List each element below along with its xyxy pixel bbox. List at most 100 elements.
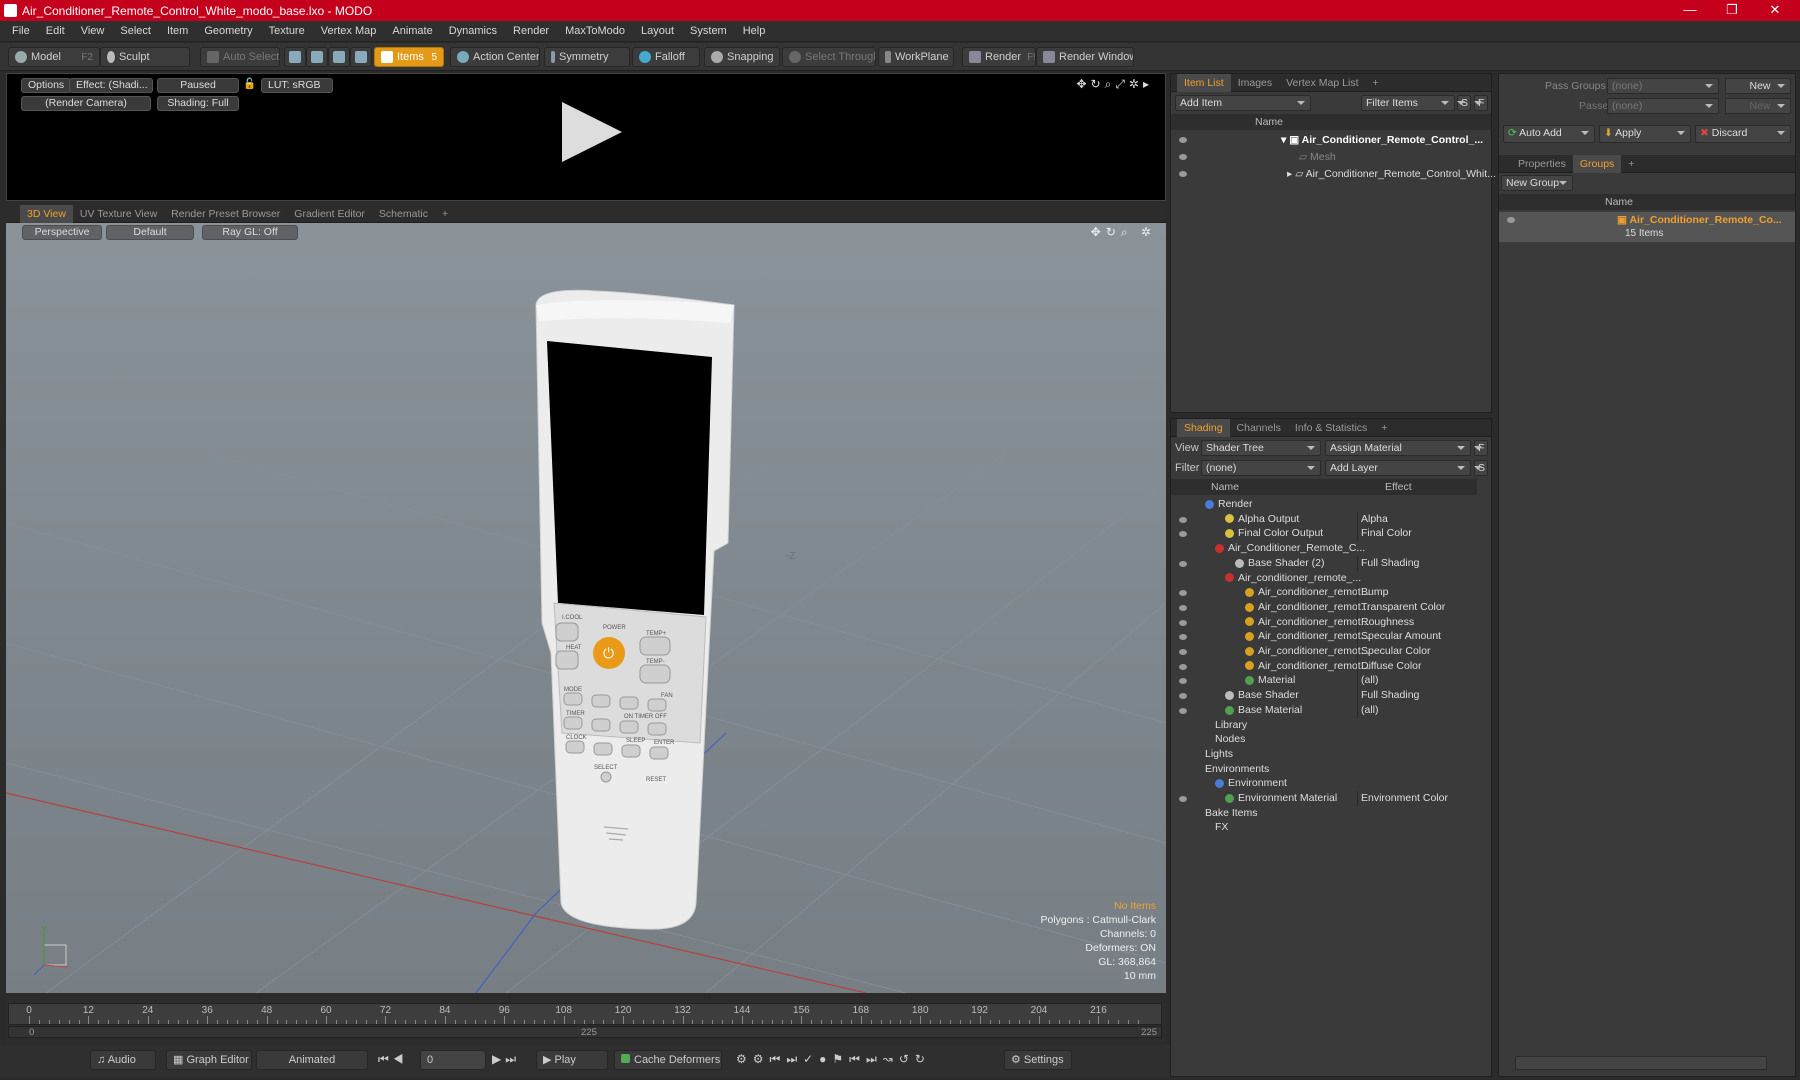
lock-icon[interactable]: 🔓 [243,78,256,93]
lut-dropdown[interactable]: LUT: sRGB [261,78,333,93]
shader-tree-row[interactable]: Air_conditioner_remot... Transparent Colo… [1171,599,1477,615]
shader-item-effect[interactable]: Transparent Color [1357,599,1473,615]
menu-render[interactable]: Render [505,25,557,37]
select-through-button[interactable]: Select Through [782,47,876,67]
discard-button[interactable]: ✖ Discard [1695,125,1791,143]
pass-groups-dropdown[interactable]: (none) [1607,78,1719,94]
shading-f-button[interactable]: F [1474,440,1488,456]
visibility-eye-icon[interactable] [1179,707,1187,714]
item-s-button[interactable]: S [1457,95,1471,111]
snapping-button[interactable]: Snapping [704,47,780,67]
new-pass-group-button[interactable]: New [1725,78,1791,94]
maximize-button[interactable]: ❐ [1712,0,1752,21]
visibility-eye-icon[interactable] [1179,678,1187,685]
menu-geometry[interactable]: Geometry [196,25,260,37]
group-row[interactable]: ▣ Air_Conditioner_Remote_Co... 15 Items [1499,212,1795,242]
menu-view[interactable]: View [73,25,113,37]
visibility-eye-icon[interactable] [1179,154,1187,160]
view-style-dropdown[interactable]: Default [106,225,194,240]
shader-item-effect[interactable]: Full Shading [1357,688,1473,704]
shader-item-effect[interactable]: Alpha [1357,511,1473,527]
preview-paused-button[interactable]: Paused [157,78,239,93]
new-pass-button[interactable]: New [1725,98,1791,114]
shader-tree-row[interactable]: Alpha Output Alpha [1171,511,1477,527]
menu-file[interactable]: File [4,25,38,37]
shader-tree-row[interactable]: Base Shader (2) Full Shading [1171,555,1477,571]
visibility-eye-icon[interactable] [1179,137,1187,143]
tab-properties[interactable]: Properties [1511,155,1573,173]
item-f-button[interactable]: F [1474,95,1488,111]
visibility-eye-icon[interactable] [1179,619,1187,626]
shader-item-effect[interactable]: Diffuse Color [1357,658,1473,674]
audio-button[interactable]: ♫ Audio [90,1050,156,1070]
tab-info-statistics[interactable]: Info & Statistics [1288,419,1374,437]
3d-viewport[interactable]: -Z ⏻ I.COOL POWER TEMP+ HEAT TEMP- MODE … [6,223,1166,993]
shader-tree-row[interactable]: Render [1171,497,1477,512]
camera-dropdown[interactable]: (Render Camera) [21,96,151,111]
tab-shading[interactable]: Shading [1177,418,1230,437]
passes-dropdown[interactable]: (none) [1607,98,1719,114]
tab-item-list[interactable]: Item List [1177,73,1231,92]
shader-tree-row[interactable]: Air_conditioner_remot... Roughness [1171,614,1477,630]
shader-tree-row[interactable]: Air_conditioner_remot... Diffuse Color [1171,658,1477,674]
materials-mode-button[interactable] [350,47,372,67]
shader-item-effect[interactable]: (all) [1357,673,1473,689]
play-preview-icon[interactable] [562,102,622,162]
perspective-dropdown[interactable]: Perspective [22,225,102,240]
menu-texture[interactable]: Texture [261,25,313,37]
visibility-eye-icon[interactable] [1179,171,1187,177]
tab-render-preset-browser[interactable]: Render Preset Browser [164,205,287,223]
add-groups-tab[interactable]: + [1621,155,1641,173]
tab-images[interactable]: Images [1231,74,1279,92]
shader-tree-row[interactable]: Lights [1171,747,1477,762]
shader-tree-row[interactable]: Air_Conditioner_Remote_C... [1171,541,1477,556]
tab-groups[interactable]: Groups [1572,154,1622,173]
skip-forward-icons[interactable]: ▶⏭ [492,1052,520,1067]
shader-item-effect[interactable]: Specular Color [1357,644,1473,659]
shader-tree-row[interactable]: Environments [1171,762,1477,777]
shader-tree-row[interactable]: Air_conditioner_remot... Specular Amount [1171,629,1477,645]
shader-tree-row[interactable]: Bake Items [1171,806,1477,821]
add-shading-tab[interactable]: + [1374,419,1394,437]
visibility-eye-icon[interactable] [1179,604,1187,611]
new-group-button[interactable]: New Group [1501,175,1573,191]
symmetry-button[interactable]: Symmetry [544,47,630,67]
minimize-button[interactable]: — [1670,0,1710,21]
tab-gradient-editor[interactable]: Gradient Editor [287,205,372,223]
render-button[interactable]: Render F9 [962,47,1036,67]
list-item[interactable]: ▾ ▣ Air_Conditioner_Remote_Control_... [1171,132,1491,149]
visibility-eye-icon[interactable] [1179,560,1187,567]
edges-mode-button[interactable] [306,47,328,67]
shader-tree-row[interactable]: Library [1171,718,1477,733]
close-button[interactable]: ✕ [1755,0,1795,21]
shader-item-effect[interactable]: (all) [1357,702,1473,718]
shader-tree-row[interactable]: Air_conditioner_remote_... [1171,571,1477,586]
apply-button[interactable]: ⬇ Apply [1599,125,1691,143]
tab-channels[interactable]: Channels [1230,419,1288,437]
animated-dropdown[interactable]: Animated [256,1050,368,1070]
shader-tree-row[interactable]: Material (all) [1171,673,1477,689]
range-bar[interactable]: 0 225 225 [8,1026,1162,1038]
menu-animate[interactable]: Animate [384,25,440,37]
graph-editor-button[interactable]: ▦ Graph Editor [166,1050,252,1070]
filter-dropdown[interactable]: (none) [1201,460,1321,476]
tab-uv-texture-view[interactable]: UV Texture View [73,205,164,223]
add-layer-dropdown[interactable]: Add Layer [1325,460,1471,476]
visibility-eye-icon[interactable] [1179,796,1187,802]
shader-tree-row[interactable]: Environment Material Environment Color [1171,791,1477,806]
shading-dropdown[interactable]: Shading: Full [157,96,239,111]
visibility-eye-icon[interactable] [1179,516,1187,523]
remote-control-model[interactable]: ⏻ I.COOL POWER TEMP+ HEAT TEMP- MODE FAN… [535,289,735,930]
workplane-button[interactable]: WorkPlane [878,47,954,67]
menu-maxtomodo[interactable]: MaxToModo [557,25,633,37]
timeline-ruler[interactable]: 0 12 24 36 48 60 72 84 96 108 120 132 144 156 168 180 19… [8,1003,1162,1025]
groups-command-input[interactable] [1515,1056,1767,1070]
view-dropdown[interactable]: Shader Tree [1201,440,1321,456]
menu-select[interactable]: Select [112,25,159,37]
sculpt-mode-button[interactable]: Sculpt [100,47,190,67]
visibility-eye-icon[interactable] [1179,663,1187,670]
visibility-eye-icon[interactable] [1179,634,1187,641]
add-item-dropdown[interactable]: Add Item [1175,95,1311,111]
list-item[interactable]: ▱ Mesh [1171,149,1491,166]
vertices-mode-button[interactable] [284,47,306,67]
